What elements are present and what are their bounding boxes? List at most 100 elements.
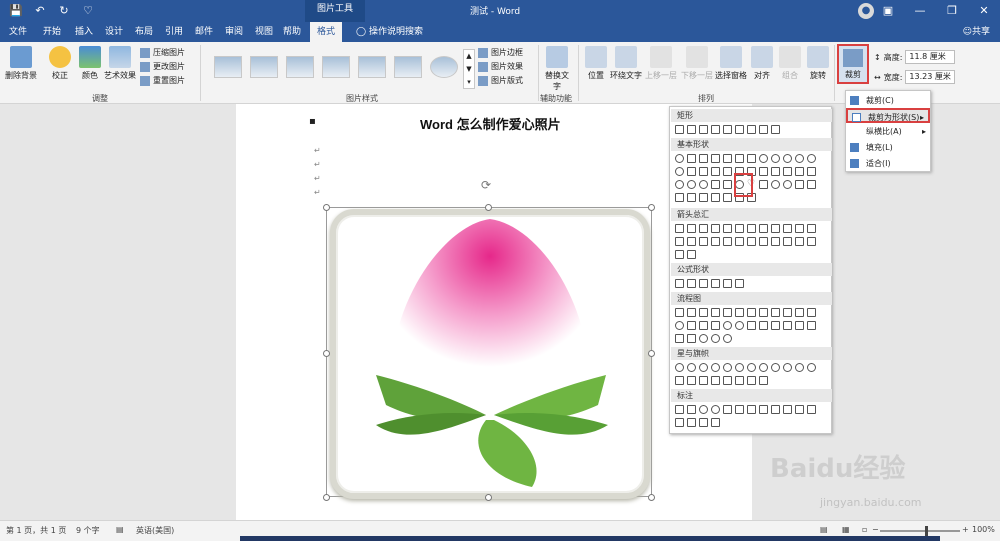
resize-handle[interactable]: [323, 350, 330, 357]
width-input[interactable]: 13.23 厘米: [905, 70, 956, 84]
tab-insert[interactable]: 插入: [70, 22, 98, 42]
alt-text-button[interactable]: 替换文字: [544, 46, 570, 92]
shape-item[interactable]: [759, 167, 768, 176]
shape-item[interactable]: [723, 237, 732, 246]
close-icon[interactable]: ✕: [968, 0, 1000, 22]
gallery-scroll[interactable]: ▲ ▼ ▾: [463, 49, 475, 89]
picture-effects-button[interactable]: 图片效果: [478, 60, 523, 73]
shape-item[interactable]: [723, 321, 732, 330]
shape-item[interactable]: [759, 224, 768, 233]
shape-item[interactable]: [771, 237, 780, 246]
shape-item[interactable]: [795, 224, 804, 233]
tab-mailings[interactable]: 邮件: [190, 22, 218, 42]
shape-item[interactable]: [711, 180, 720, 189]
shape-item[interactable]: [723, 334, 732, 343]
rotate-button[interactable]: 旋转: [806, 46, 830, 81]
shape-item[interactable]: [723, 193, 732, 202]
shape-item[interactable]: [735, 376, 744, 385]
shape-item[interactable]: [747, 237, 756, 246]
shape-item[interactable]: [723, 376, 732, 385]
shape-item[interactable]: [795, 321, 804, 330]
shape-item[interactable]: [711, 334, 720, 343]
shape-item[interactable]: [687, 376, 696, 385]
shape-item[interactable]: [735, 154, 744, 163]
shape-item[interactable]: [711, 224, 720, 233]
shape-item[interactable]: [699, 125, 708, 134]
shape-item[interactable]: [807, 321, 816, 330]
shape-item[interactable]: [771, 180, 780, 189]
shape-item[interactable]: [699, 308, 708, 317]
share-button[interactable]: ☺共享: [963, 22, 990, 42]
shape-item[interactable]: [699, 363, 708, 372]
shape-item[interactable]: [687, 125, 696, 134]
shape-item[interactable]: [723, 308, 732, 317]
picture-style-3[interactable]: [286, 56, 314, 78]
shape-item[interactable]: [795, 167, 804, 176]
picture-style-7[interactable]: [430, 56, 458, 78]
shape-item[interactable]: [759, 376, 768, 385]
shape-item[interactable]: [723, 224, 732, 233]
shape-item[interactable]: [687, 418, 696, 427]
print-layout-icon[interactable]: ▦: [842, 525, 850, 534]
shape-item[interactable]: [675, 279, 684, 288]
shape-item[interactable]: [723, 167, 732, 176]
shape-item[interactable]: [687, 405, 696, 414]
shape-item[interactable]: [771, 224, 780, 233]
shape-item[interactable]: [711, 193, 720, 202]
shape-item[interactable]: [699, 405, 708, 414]
shape-item[interactable]: [711, 418, 720, 427]
shape-item[interactable]: [795, 405, 804, 414]
shape-item[interactable]: [759, 154, 768, 163]
shape-item[interactable]: [735, 308, 744, 317]
shape-item[interactable]: [711, 279, 720, 288]
shape-item[interactable]: [747, 125, 756, 134]
read-mode-icon[interactable]: ▤: [820, 525, 828, 534]
shape-item[interactable]: [747, 154, 756, 163]
resize-handle[interactable]: [323, 204, 330, 211]
picture-layout-button[interactable]: 图片版式: [478, 74, 523, 87]
height-input[interactable]: 11.8 厘米: [905, 50, 956, 64]
shape-item[interactable]: [759, 125, 768, 134]
shape-item[interactable]: [699, 154, 708, 163]
shape-item[interactable]: [807, 405, 816, 414]
bring-forward-button[interactable]: 上移一层: [644, 46, 678, 81]
shape-item[interactable]: [771, 405, 780, 414]
shape-item[interactable]: [711, 363, 720, 372]
resize-handle[interactable]: [648, 494, 655, 501]
shape-item[interactable]: [675, 321, 684, 330]
shape-item[interactable]: [711, 376, 720, 385]
shape-item[interactable]: [711, 154, 720, 163]
shape-item[interactable]: [723, 405, 732, 414]
color-button[interactable]: 颜色: [76, 46, 104, 81]
shape-item[interactable]: [723, 279, 732, 288]
customize-icon[interactable]: ♡: [80, 3, 96, 19]
shape-item[interactable]: [759, 308, 768, 317]
peach-picture[interactable]: [330, 209, 650, 499]
picture-style-1[interactable]: [214, 56, 242, 78]
position-button[interactable]: 位置: [584, 46, 608, 81]
picture-style-6[interactable]: [394, 56, 422, 78]
shape-item[interactable]: [699, 279, 708, 288]
tab-home[interactable]: 开始: [38, 22, 66, 42]
shape-item[interactable]: [735, 405, 744, 414]
shape-item[interactable]: [807, 224, 816, 233]
menu-item-crop[interactable]: 裁剪(C): [846, 93, 930, 108]
shape-item[interactable]: [795, 363, 804, 372]
shape-item[interactable]: [747, 376, 756, 385]
shape-item[interactable]: [711, 308, 720, 317]
ribbon-display-icon[interactable]: ▣: [872, 0, 904, 22]
shape-item[interactable]: [807, 237, 816, 246]
picture-style-4[interactable]: [322, 56, 350, 78]
shape-item[interactable]: [675, 237, 684, 246]
shape-item[interactable]: [675, 193, 684, 202]
menu-item-aspect-ratio[interactable]: 纵横比(A) ▸: [846, 124, 930, 139]
shape-item[interactable]: [747, 321, 756, 330]
shape-item[interactable]: [675, 180, 684, 189]
shape-item[interactable]: [735, 279, 744, 288]
shape-item[interactable]: [723, 154, 732, 163]
tab-view[interactable]: 视图: [250, 22, 278, 42]
change-picture-button[interactable]: 更改图片: [140, 60, 185, 73]
zoom-level[interactable]: 100%: [972, 525, 995, 534]
page-count[interactable]: 第 1 页，共 1 页: [6, 525, 66, 536]
shape-item[interactable]: [711, 167, 720, 176]
